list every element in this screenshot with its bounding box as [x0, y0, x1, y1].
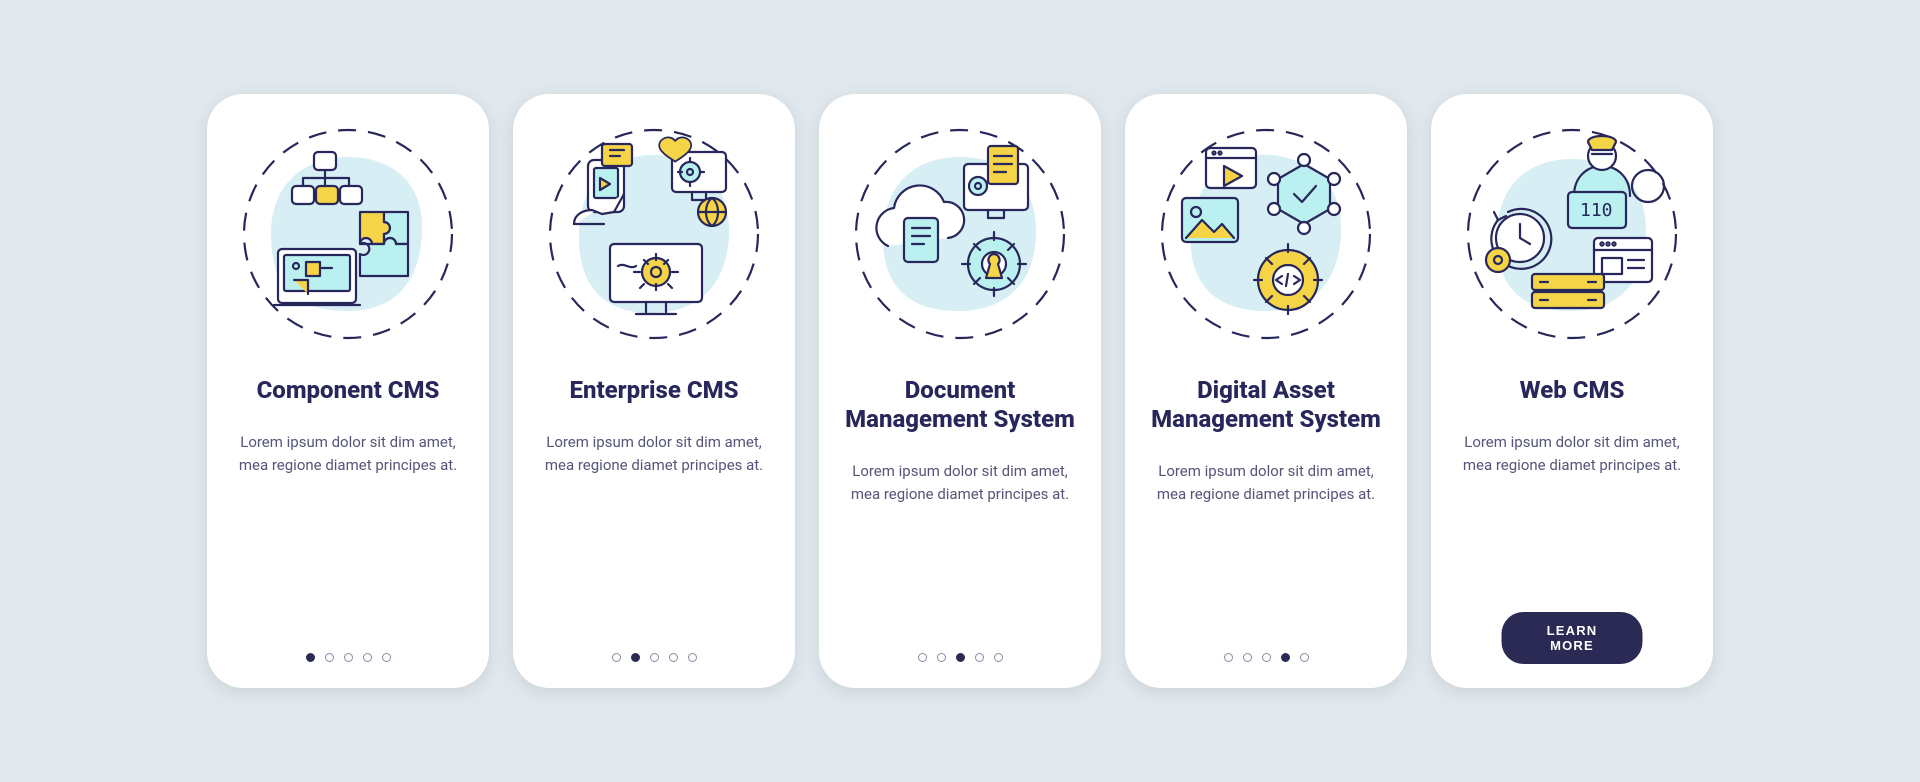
document-management-icon: [850, 124, 1070, 344]
card-desc: Lorem ipsum dolor sit dim amet, mea regi…: [845, 460, 1075, 507]
card-title: Component CMS: [257, 376, 440, 405]
card-title: Enterprise CMS: [569, 376, 738, 405]
card-title: Web CMS: [1520, 376, 1625, 405]
pager-dot[interactable]: [325, 653, 334, 662]
pager-dot[interactable]: [1224, 653, 1233, 662]
pager-dot[interactable]: [344, 653, 353, 662]
illustration-wrap: [850, 124, 1070, 344]
pager-dot[interactable]: [937, 653, 946, 662]
pager-dots: [819, 653, 1101, 662]
card-desc: Lorem ipsum dolor sit dim amet, mea regi…: [233, 431, 463, 478]
card-document-management: Document Management System Lorem ipsum d…: [819, 94, 1101, 688]
illustration-wrap: 110: [1462, 124, 1682, 344]
pager-dots: [513, 653, 795, 662]
pager-dots: [1125, 653, 1407, 662]
illustration-wrap: [544, 124, 764, 344]
card-desc: Lorem ipsum dolor sit dim amet, mea regi…: [1457, 431, 1687, 478]
pager-dot[interactable]: [1243, 653, 1252, 662]
card-title: Digital Asset Management System: [1149, 376, 1383, 434]
pager-dot[interactable]: [1262, 653, 1271, 662]
pager-dot[interactable]: [956, 653, 965, 662]
card-component-cms: Component CMS Lorem ipsum dolor sit dim …: [207, 94, 489, 688]
learn-more-button[interactable]: LEARN MORE: [1502, 612, 1643, 664]
onboarding-card-row: Component CMS Lorem ipsum dolor sit dim …: [171, 54, 1749, 728]
card-title: Document Management System: [843, 376, 1077, 434]
pager-dot[interactable]: [306, 653, 315, 662]
pager-dot[interactable]: [918, 653, 927, 662]
web-cms-icon: 110: [1462, 124, 1682, 344]
pager-dot[interactable]: [363, 653, 372, 662]
pager-dot[interactable]: [1281, 653, 1290, 662]
illustration-wrap: [238, 124, 458, 344]
digital-asset-icon: [1156, 124, 1376, 344]
card-web-cms: 110: [1431, 94, 1713, 688]
pager-dot[interactable]: [1300, 653, 1309, 662]
card-enterprise-cms: Enterprise CMS Lorem ipsum dolor sit dim…: [513, 94, 795, 688]
illustration-wrap: [1156, 124, 1376, 344]
pager-dot[interactable]: [994, 653, 1003, 662]
pager-dot[interactable]: [612, 653, 621, 662]
card-desc: Lorem ipsum dolor sit dim amet, mea regi…: [539, 431, 769, 478]
component-cms-icon: [238, 124, 458, 344]
pager-dot[interactable]: [975, 653, 984, 662]
pager-dot[interactable]: [382, 653, 391, 662]
pager-dots: [207, 653, 489, 662]
pager-dot[interactable]: [669, 653, 678, 662]
svg-text:110: 110: [1580, 200, 1613, 221]
card-digital-asset: Digital Asset Management System Lorem ip…: [1125, 94, 1407, 688]
pager-dot[interactable]: [631, 653, 640, 662]
enterprise-cms-icon: [544, 124, 764, 344]
pager-dot[interactable]: [688, 653, 697, 662]
pager-dot[interactable]: [650, 653, 659, 662]
card-desc: Lorem ipsum dolor sit dim amet, mea regi…: [1151, 460, 1381, 507]
